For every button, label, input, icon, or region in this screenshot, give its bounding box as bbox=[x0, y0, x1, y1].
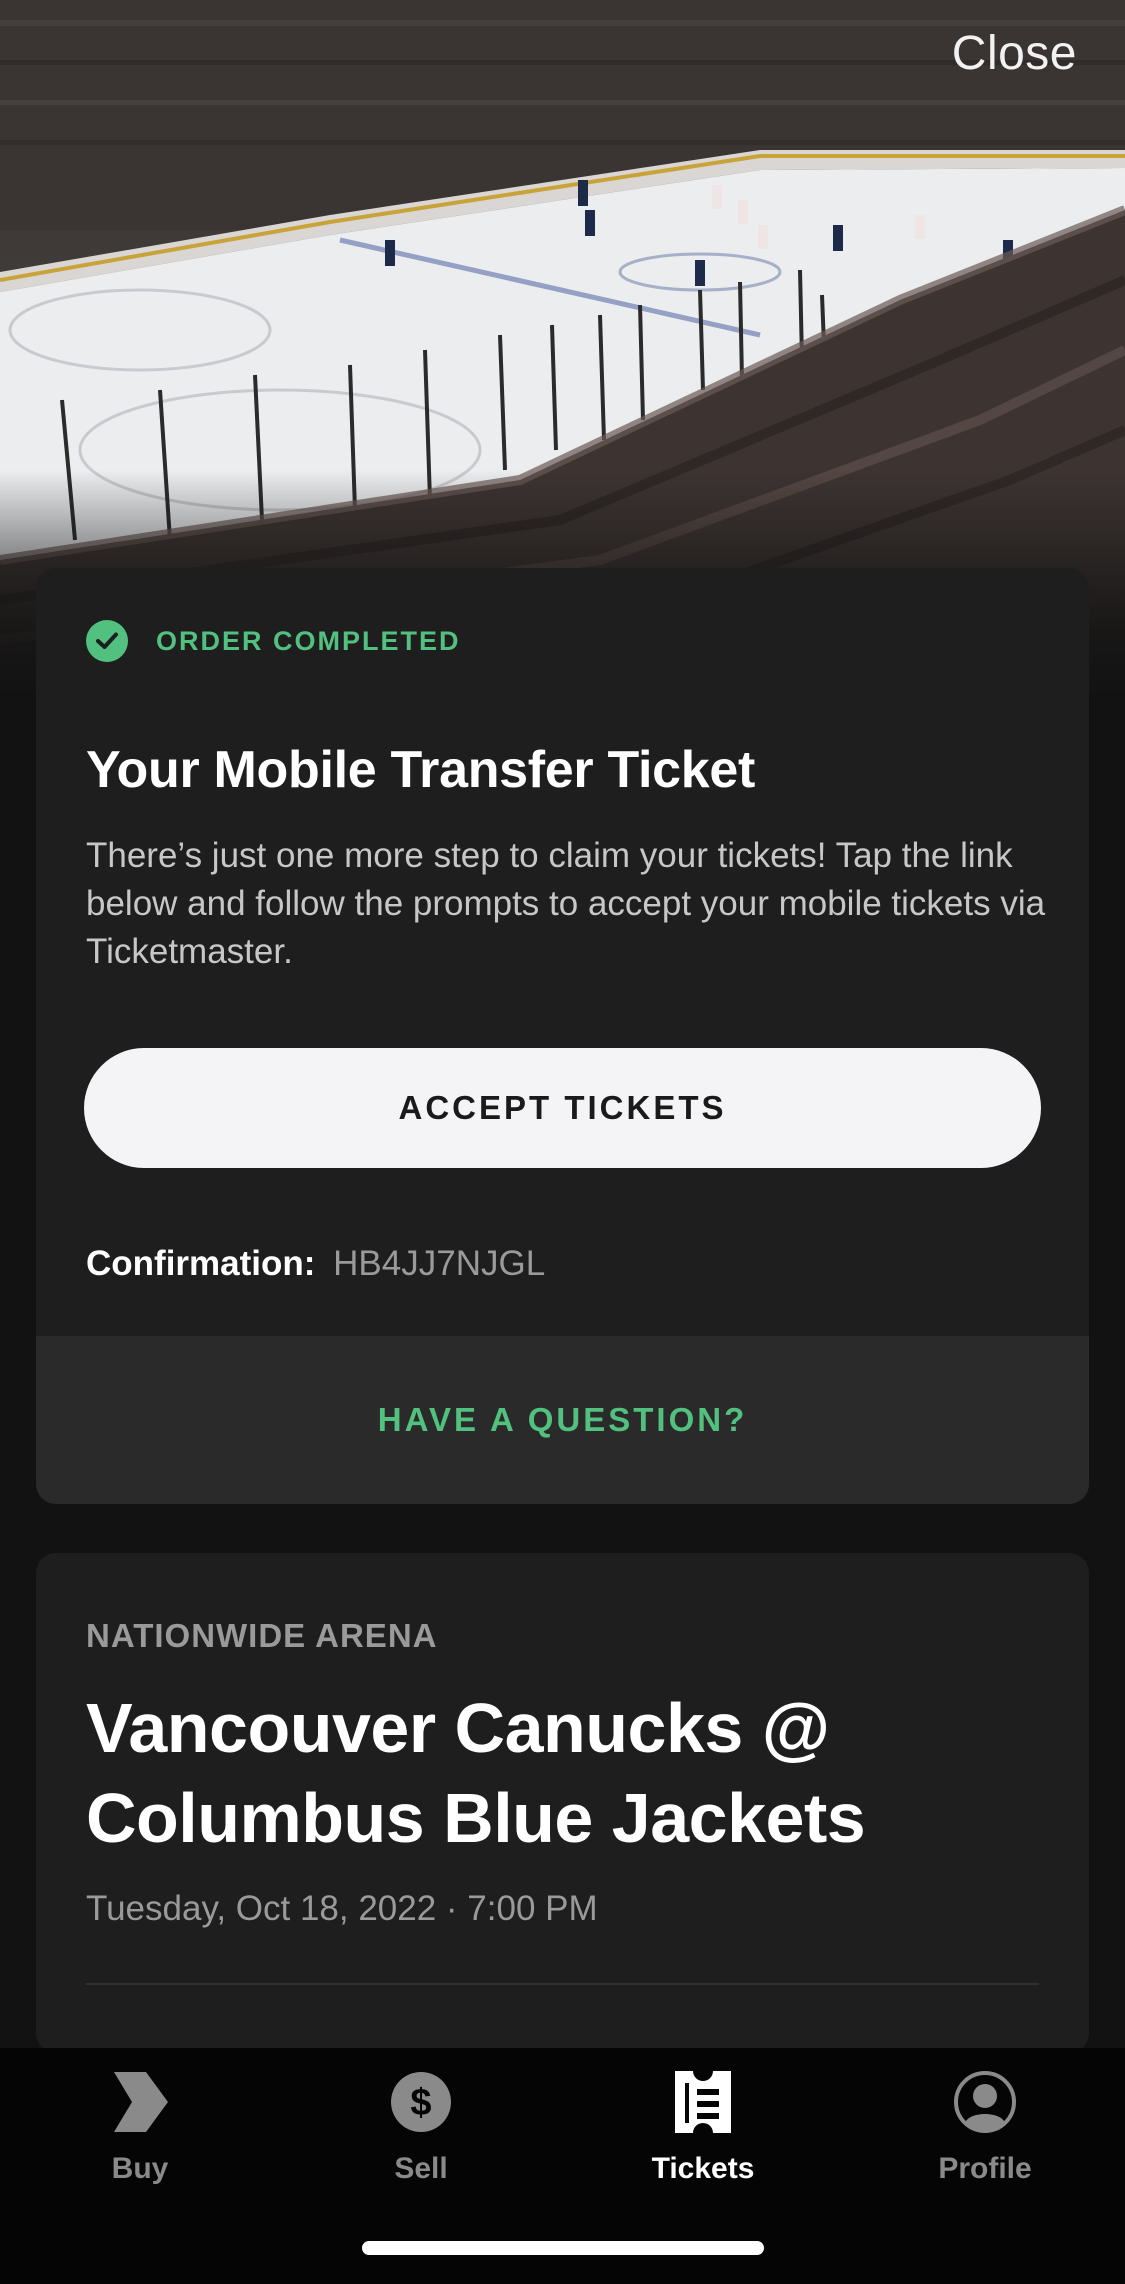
buy-logo-icon bbox=[108, 2070, 172, 2134]
dollar-icon: $ bbox=[389, 2070, 453, 2134]
order-status-label: ORDER COMPLETED bbox=[156, 625, 461, 656]
close-button[interactable]: Close bbox=[952, 26, 1077, 81]
tab-label: Sell bbox=[394, 2152, 448, 2185]
tab-profile[interactable]: Profile bbox=[885, 2070, 1085, 2220]
check-circle-icon bbox=[86, 620, 128, 662]
divider bbox=[86, 1983, 1039, 1985]
tab-buy[interactable]: Buy bbox=[40, 2070, 240, 2220]
event-venue: NATIONWIDE ARENA bbox=[86, 1617, 438, 1654]
confirmation-row: Confirmation: HB4JJ7NJGL bbox=[86, 1244, 545, 1284]
order-title: Your Mobile Transfer Ticket bbox=[86, 741, 756, 799]
ticket-icon bbox=[671, 2070, 735, 2134]
order-description: There’s just one more step to claim your… bbox=[86, 836, 1046, 971]
accept-tickets-button[interactable]: ACCEPT TICKETS bbox=[84, 1048, 1041, 1168]
home-indicator[interactable] bbox=[362, 2241, 764, 2255]
tab-label: Buy bbox=[111, 2152, 169, 2185]
event-card[interactable]: NATIONWIDE ARENA Vancouver Canucks @ Col… bbox=[36, 1553, 1089, 2053]
order-status: ORDER COMPLETED bbox=[86, 620, 461, 662]
svg-text:$: $ bbox=[410, 2082, 431, 2124]
tab-tickets[interactable]: Tickets bbox=[603, 2070, 803, 2220]
tab-label: Profile bbox=[938, 2152, 1032, 2185]
tab-label: Tickets bbox=[651, 2152, 755, 2185]
confirmation-code: HB4JJ7NJGL bbox=[333, 1244, 546, 1283]
event-date: Tuesday, Oct 18, 2022 · 7:00 PM bbox=[86, 1889, 598, 1928]
tab-sell[interactable]: $ Sell bbox=[321, 2070, 521, 2220]
profile-icon bbox=[953, 2070, 1017, 2134]
have-a-question-button[interactable]: HAVE A QUESTION? bbox=[36, 1336, 1089, 1504]
confirmation-label: Confirmation: bbox=[86, 1244, 316, 1283]
event-title: Vancouver Canucks @ Columbus Blue Jacket… bbox=[86, 1689, 866, 1857]
order-card: ORDER COMPLETED Your Mobile Transfer Tic… bbox=[36, 568, 1089, 1504]
